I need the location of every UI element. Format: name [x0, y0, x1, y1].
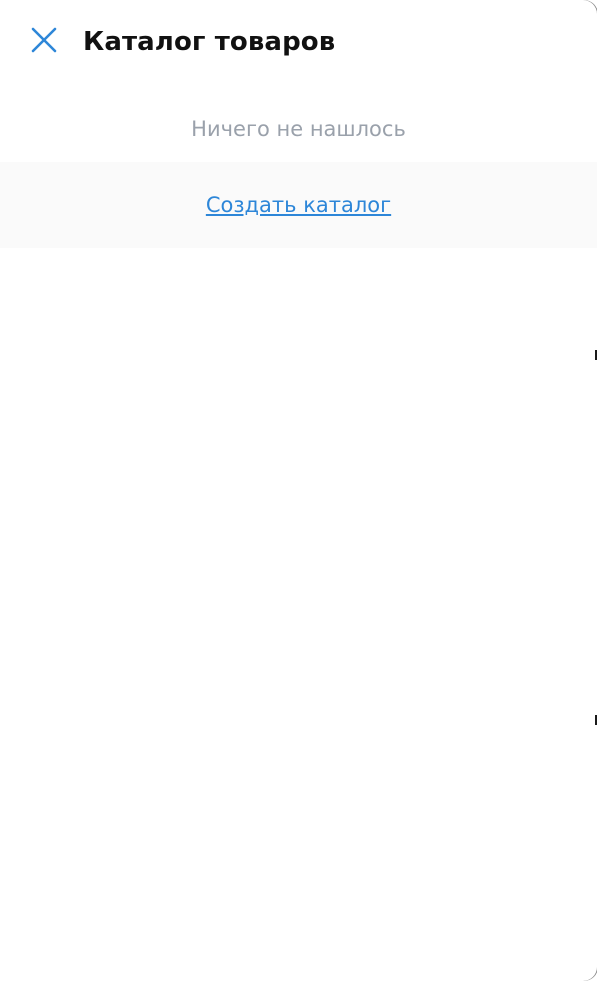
catalog-panel: Каталог товаров Ничего не нашлось Создат… [0, 0, 597, 981]
page-title: Каталог товаров [83, 27, 336, 57]
close-button[interactable] [24, 20, 64, 60]
empty-state-message: Ничего не нашлось [191, 117, 406, 141]
panel-header: Каталог товаров [0, 0, 597, 84]
create-catalog-row: Создать каталог [0, 162, 597, 248]
close-icon [31, 27, 57, 53]
create-catalog-link[interactable]: Создать каталог [206, 190, 391, 220]
